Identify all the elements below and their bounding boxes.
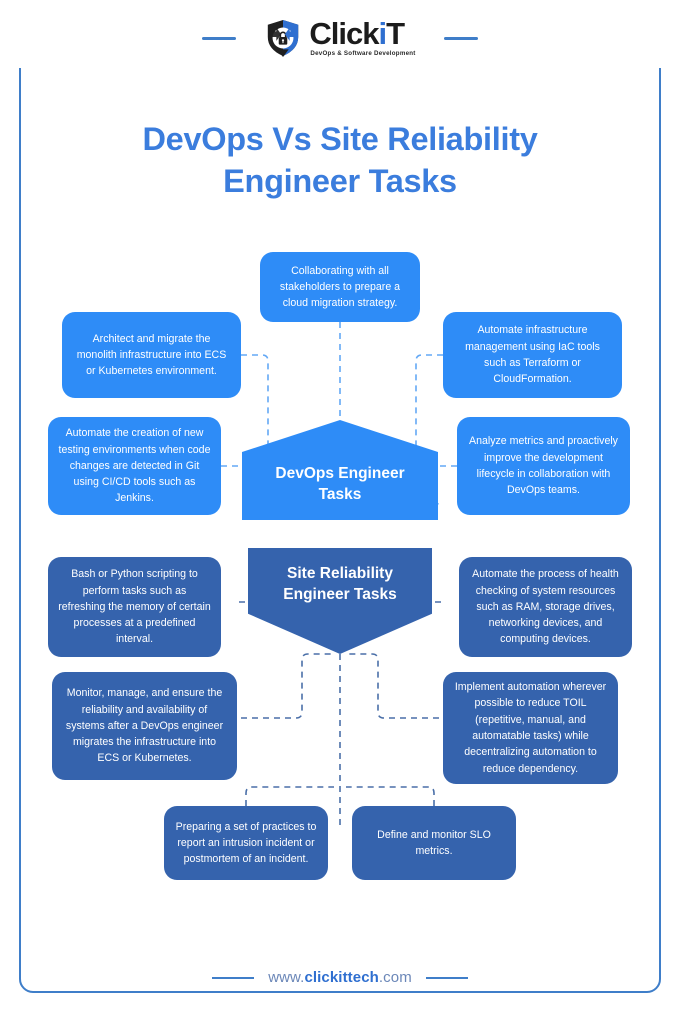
sre-task-card-6[interactable]: Define and monitor SLO metrics. (352, 806, 516, 880)
brand-wordmark-block: ClickiT DevOps & Software Development (309, 15, 416, 58)
connector-devops-right-1 (415, 354, 443, 462)
sre-hub-line1: Site Reliability (287, 565, 393, 583)
connector-sre-bottom-1 (245, 786, 334, 806)
page-title: DevOps Vs Site Reliability Engineer Task… (50, 118, 630, 203)
brand-header: ClickiT DevOps & Software Development (0, 8, 680, 68)
page-title-line1: DevOps Vs Site Reliability (142, 121, 538, 157)
devops-task-card-4[interactable]: Automate the creation of new testing env… (48, 417, 221, 515)
devops-task-card-5[interactable]: Analyze metrics and proactively improve … (457, 417, 630, 515)
footer-rule-left (212, 976, 255, 979)
sre-task-card-3[interactable]: Monitor, manage, and ensure the reliabil… (52, 672, 237, 780)
header-rule-left (202, 36, 237, 40)
devops-hub[interactable]: DevOps Engineer Tasks (242, 420, 438, 520)
brand-tagline: DevOps & Software Development (310, 50, 416, 58)
infographic-page: ClickiT DevOps & Software Development De… (0, 0, 680, 1024)
sre-task-card-2[interactable]: Automate the process of health checking … (459, 557, 632, 657)
sre-hub-line2: Engineer Tasks (283, 586, 397, 603)
sre-hub-label: Site Reliability Engineer Tasks (283, 564, 396, 606)
devops-hub-line2: Tasks (318, 486, 362, 503)
devops-hub-label: DevOps Engineer Tasks (275, 464, 404, 506)
sre-task-card-5[interactable]: Preparing a set of practices to report a… (164, 806, 328, 880)
connector-sre-right-2 (346, 653, 439, 719)
sre-task-card-4[interactable]: Implement automation wherever possible t… (443, 672, 618, 784)
connector-sre-left-2 (241, 653, 334, 719)
footer-url-brand: clickittech (304, 969, 379, 986)
shield-lock-icon (268, 19, 299, 57)
footer-url[interactable]: www.clickittech.com (268, 969, 412, 986)
devops-task-card-1[interactable]: Collaborating with all stakeholders to p… (260, 252, 420, 322)
sre-task-card-1[interactable]: Bash or Python scripting to perform task… (48, 557, 221, 657)
wordmark-prefix: Click (309, 15, 379, 51)
footer: www.clickittech.com (0, 969, 680, 986)
connector-sre-bottom-2 (346, 786, 435, 806)
brand-wordmark: ClickiT (309, 15, 405, 51)
wordmark-suffix: T (386, 15, 405, 51)
footer-url-prefix: www. (268, 969, 305, 986)
footer-rule-right (425, 976, 468, 979)
sre-hub[interactable]: Site Reliability Engineer Tasks (248, 548, 432, 654)
header-rule-right (443, 36, 478, 40)
devops-hub-line1: DevOps Engineer (275, 465, 405, 483)
wordmark-accent: i (378, 15, 387, 51)
page-title-line2: Engineer Tasks (223, 163, 457, 200)
devops-task-card-3[interactable]: Automate infrastructure management using… (443, 312, 622, 398)
brand-logo[interactable]: ClickiT DevOps & Software Development (252, 15, 428, 58)
devops-task-card-2[interactable]: Architect and migrate the monolith infra… (62, 312, 241, 398)
footer-url-suffix: .com (378, 969, 412, 986)
